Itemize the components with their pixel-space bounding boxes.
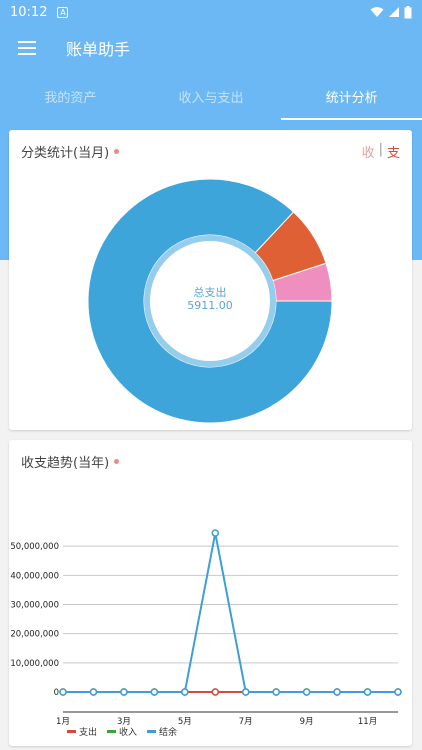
legend-swatch [147, 730, 157, 733]
donut-center-label: 总支出 5911.00 [150, 286, 270, 312]
y-tick-label: 40,000,000 [10, 571, 59, 581]
series-point-2 [302, 688, 311, 696]
y-tick-label: 10,000,000 [10, 659, 59, 669]
app-bar: 账单助手 [0, 24, 422, 72]
tab-income-expense[interactable]: 收入与支出 [141, 72, 282, 120]
series-point-2 [181, 688, 189, 696]
series-point-2 [150, 688, 159, 696]
legend-label: 收入 [119, 728, 138, 738]
series-point-2 [241, 688, 250, 696]
x-tick-label: 9月 [300, 717, 314, 727]
app-title: 账单助手 [66, 40, 131, 59]
legend-item: 支出 [67, 725, 97, 738]
legend-label: 结余 [159, 728, 178, 738]
series-point-2 [272, 688, 280, 696]
notification-a-icon: A [57, 6, 69, 18]
legend-swatch [67, 730, 76, 733]
legend-item: 结余 [147, 725, 177, 738]
x-tick-label: 7月 [239, 717, 253, 727]
wifi-icon [370, 7, 384, 17]
series-line-2 [63, 532, 398, 693]
tab-bar: 我的资产 收入与支出 统计分析 [0, 72, 422, 120]
series-point-2 [89, 688, 98, 696]
tab-statistics[interactable]: 统计分析 [281, 72, 422, 120]
status-icons [370, 5, 412, 19]
series-point-2 [333, 688, 341, 696]
y-tick-label: 30,000,000 [10, 601, 59, 611]
y-tick-label: 0 [54, 688, 59, 698]
series-point-2 [394, 688, 402, 696]
status-bar: 10:12 A [0, 0, 422, 24]
legend-label: 支出 [79, 728, 98, 738]
series-point-2 [59, 688, 67, 696]
trend-line-chart[interactable]: 0 10,000,000 20,000,000 30,000,000 40,000,00… [9, 440, 412, 746]
battery-icon [404, 5, 412, 18]
cellular-icon [389, 7, 399, 17]
trend-legend: 支出 收入 结余 [67, 725, 177, 738]
x-tick-label: 5月 [178, 717, 192, 727]
category-stats-card: 分类统计(当月) 收 | 支 总支出 5911.00 [9, 130, 412, 430]
x-tick-label: 11月 [358, 717, 377, 727]
donut-center-value: 5911.00 [187, 299, 233, 312]
legend-swatch [107, 730, 117, 733]
status-time: 10:12 [10, 4, 48, 20]
donut-center-title: 总支出 [193, 286, 227, 299]
menu-icon[interactable] [18, 41, 36, 55]
legend-item: 收入 [107, 725, 137, 738]
series-point-2 [363, 688, 372, 696]
trend-card: 收支趋势(当年) 0 10,000,000 20,000,000 30,000,000… [9, 440, 412, 746]
y-tick-label: 20,000,000 [10, 630, 59, 640]
series-point-0 [211, 688, 220, 696]
tab-my-assets[interactable]: 我的资产 [0, 72, 141, 120]
series-point-2 [211, 529, 220, 537]
series-point-2 [120, 688, 128, 696]
y-tick-label: 50,000,000 [10, 542, 59, 552]
category-donut-chart[interactable] [9, 130, 412, 430]
